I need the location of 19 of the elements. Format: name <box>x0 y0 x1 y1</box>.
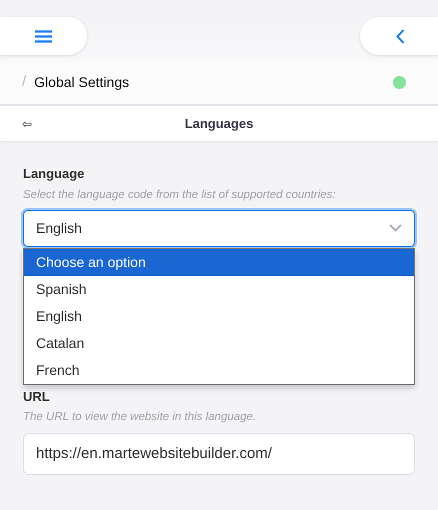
field-label: URL <box>23 388 51 406</box>
url-input[interactable]: https://en.martewebsitebuilder.com/ <box>23 432 415 474</box>
breadcrumb-title: Global Settings <box>34 72 130 92</box>
field-hint: The URL to view the website in this language. <box>23 410 258 426</box>
breadcrumb-separator: / <box>22 72 26 92</box>
field-hint: Select the language code from the list of supported countries: <box>23 188 337 202</box>
menu-icon <box>35 30 52 42</box>
dropdown-option[interactable]: French <box>24 356 414 384</box>
dropdown-option[interactable]: English <box>24 302 414 330</box>
language-select[interactable]: English <box>23 210 415 247</box>
back-arrow-button[interactable]: ⇦ <box>22 114 32 132</box>
chevron-down-icon <box>389 224 402 232</box>
dropdown-option[interactable]: Spanish <box>24 276 414 303</box>
field-label: Language <box>23 165 86 183</box>
panel-title: Languages <box>184 114 254 133</box>
dropdown-option[interactable]: Catalan <box>24 330 414 357</box>
chevron-left-icon <box>396 28 405 44</box>
dropdown-option[interactable]: Choose an option <box>24 248 414 276</box>
menu-button[interactable] <box>0 17 87 55</box>
